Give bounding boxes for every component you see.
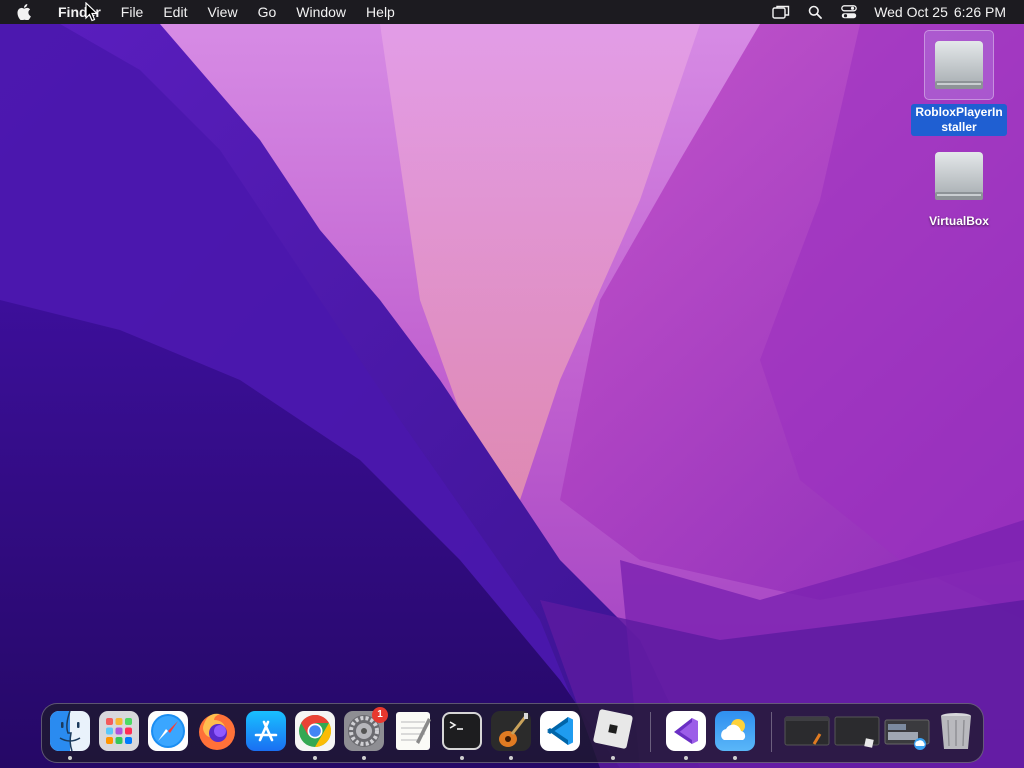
running-indicator <box>313 756 317 760</box>
running-indicator <box>733 756 737 760</box>
dock-system-settings-icon[interactable]: 1 <box>343 707 388 752</box>
dock-weather-icon[interactable] <box>714 710 756 752</box>
spotlight-search-icon[interactable] <box>798 0 832 24</box>
dock-separator <box>771 712 772 752</box>
dock-minimized-window-icon[interactable] <box>784 710 830 752</box>
desktop-icon-label: VirtualBox <box>929 214 989 228</box>
disk-image-icon <box>924 30 994 100</box>
dock-firefox-icon[interactable] <box>196 710 238 752</box>
menu-help[interactable]: Help <box>356 0 405 24</box>
running-indicator <box>611 756 615 760</box>
running-indicator <box>460 756 464 760</box>
menu-app-finder[interactable]: Finder <box>48 0 111 24</box>
screen-mirroring-icon[interactable] <box>764 0 798 24</box>
apple-logo-icon[interactable] <box>0 0 48 24</box>
dock-separator <box>650 712 651 752</box>
dock-vscode-icon[interactable] <box>539 710 581 752</box>
control-center-icon[interactable] <box>832 0 866 24</box>
menu-bar: Finder File Edit View Go Window Help Wed… <box>0 0 1024 24</box>
dock: 1 <box>41 703 984 763</box>
dock-roblox-icon[interactable] <box>590 706 636 752</box>
desktop-icon-label: RobloxPlayerInstaller <box>911 104 1007 136</box>
dock-garageband-icon[interactable] <box>490 710 532 752</box>
menu-clock[interactable]: Wed Oct 25 6:26 PM <box>866 4 1006 20</box>
running-indicator <box>362 756 366 760</box>
dock-launchpad-icon[interactable] <box>98 710 140 752</box>
running-indicator <box>509 756 513 760</box>
dock-app-store-icon[interactable] <box>245 710 287 752</box>
running-indicator <box>68 756 72 760</box>
clock-date: Wed Oct 25 <box>874 4 948 20</box>
dock-terminal-icon[interactable] <box>441 710 483 752</box>
menu-view[interactable]: View <box>197 0 247 24</box>
menu-file[interactable]: File <box>111 0 154 24</box>
dock-chrome-icon[interactable] <box>294 710 336 752</box>
notification-badge: 1 <box>372 707 388 723</box>
dock-finder-icon[interactable] <box>49 710 91 752</box>
dock-safari-icon[interactable] <box>147 710 189 752</box>
menu-window[interactable]: Window <box>286 0 356 24</box>
desktop-icon-virtualbox[interactable]: VirtualBox <box>911 142 1007 229</box>
dock-textedit-icon[interactable] <box>392 710 434 752</box>
desktop-wallpaper <box>0 0 1024 768</box>
desktop-icon-robloxplayerinstaller[interactable]: RobloxPlayerInstaller <box>911 30 1007 136</box>
dock-minimized-window-icon[interactable] <box>834 710 880 752</box>
dock-visual-studio-icon[interactable] <box>665 710 707 752</box>
menu-go[interactable]: Go <box>248 0 287 24</box>
clock-time: 6:26 PM <box>953 4 1006 20</box>
mouse-pointer-icon <box>85 2 99 22</box>
dock-minimized-window-icon[interactable] <box>884 710 930 752</box>
disk-image-icon <box>925 142 993 210</box>
running-indicator <box>684 756 688 760</box>
dock-trash-icon[interactable] <box>935 710 977 752</box>
menu-edit[interactable]: Edit <box>153 0 197 24</box>
